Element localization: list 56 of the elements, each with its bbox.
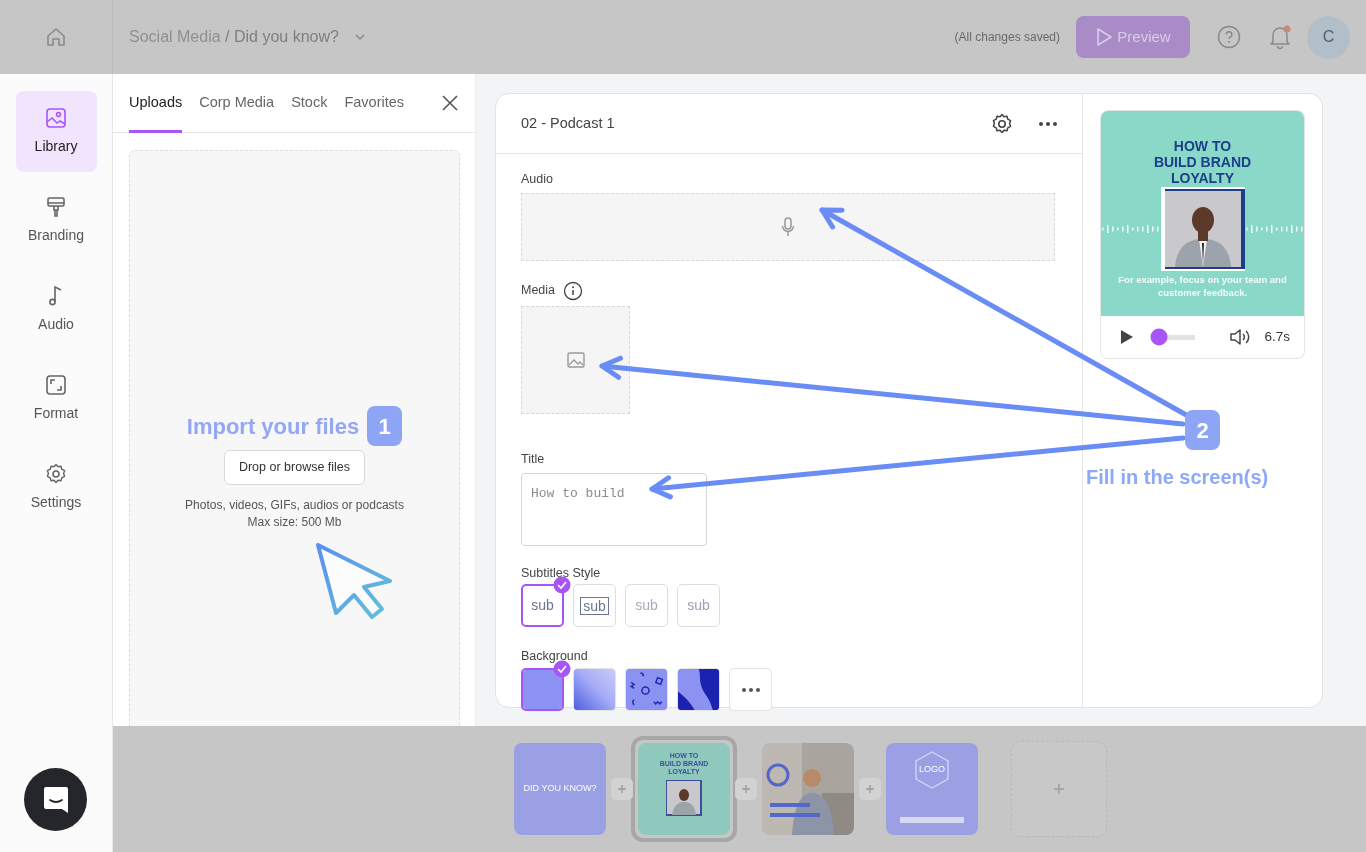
dropzone-hint: Photos, videos, GIFs, audios or podcasts: [185, 496, 404, 514]
slider-thumb[interactable]: [1150, 328, 1167, 346]
preview-title: HOW TO BUILD BRAND LOYALTY: [1153, 138, 1252, 186]
logo-placeholder: LOGO: [919, 763, 945, 777]
panel-tab[interactable]: Favorites: [344, 73, 405, 133]
dropzone-heading: Import your files: [186, 412, 360, 441]
user-avatar[interactable]: C: [1307, 15, 1350, 59]
microphone-icon: [781, 216, 795, 237]
resize-icon: [44, 373, 68, 397]
preview-caption: For example, focus on your team and customer feedback.: [1117, 273, 1288, 299]
audio-dropzone[interactable]: [521, 192, 1055, 261]
image-icon: [44, 106, 68, 130]
field-label: Media: [521, 282, 556, 300]
help-icon[interactable]: [1217, 25, 1241, 49]
screen-title: 02 - Podcast 1: [521, 113, 615, 133]
play-icon[interactable]: [1120, 329, 1134, 345]
title-input[interactable]: How to build: [521, 472, 707, 546]
field-label: Title: [521, 450, 546, 468]
settings-icon: [44, 462, 68, 486]
hexagon-icon: [914, 751, 950, 789]
field-label: Subtitles Style: [521, 564, 602, 582]
close-icon[interactable]: [441, 94, 459, 112]
field-label: Background: [521, 648, 589, 666]
panel-tab[interactable]: Uploads: [129, 73, 183, 133]
image-icon: [566, 351, 585, 368]
play-icon: [1095, 27, 1114, 47]
step-badge: 2: [1185, 410, 1220, 450]
sidebar-item[interactable]: Settings: [15, 447, 97, 528]
more-options-icon[interactable]: [1038, 120, 1058, 127]
paint-roller-icon: [44, 195, 68, 219]
panel-tab[interactable]: Corp Media: [199, 73, 275, 133]
volume-icon[interactable]: [1229, 327, 1251, 347]
info-icon[interactable]: [563, 280, 584, 301]
sidebar-item[interactable]: Branding: [15, 180, 97, 261]
max-size-note: Max size: 500 Mb: [246, 513, 343, 531]
browse-files-button[interactable]: Drop or browse files: [223, 450, 366, 485]
panel-tab[interactable]: Stock: [291, 73, 328, 133]
text-line-placeholder: [900, 817, 964, 823]
annotation-text: Fill in the screen(s): [1086, 465, 1269, 490]
settings-icon[interactable]: [990, 111, 1014, 136]
sidebar-item[interactable]: Library: [15, 91, 97, 172]
step-badge: 1: [367, 406, 403, 446]
slide-text: DID YOU KNOW?: [523, 782, 597, 796]
duration-label: 6.7s: [1264, 327, 1290, 346]
subtitle-style-option[interactable]: sub: [521, 584, 564, 628]
sidebar-item[interactable]: Format: [15, 358, 97, 439]
field-label: Audio: [521, 171, 554, 188]
subtitle-style-option[interactable]: sub: [573, 584, 616, 628]
sidebar-item[interactable]: Audio: [15, 269, 97, 350]
save-status: (All changes saved): [954, 29, 1060, 46]
notification-bell-icon[interactable]: [1267, 24, 1293, 50]
more-backgrounds-button[interactable]: [729, 668, 772, 711]
home-icon[interactable]: [45, 26, 67, 48]
more-icon: [741, 688, 760, 693]
checkmark-icon: [553, 576, 571, 595]
upload-dropzone[interactable]: Import your files 1 Drop or browse files Photos, videos, GIFs, audios or podcasts Max size: 500 Mb: [129, 150, 460, 726]
